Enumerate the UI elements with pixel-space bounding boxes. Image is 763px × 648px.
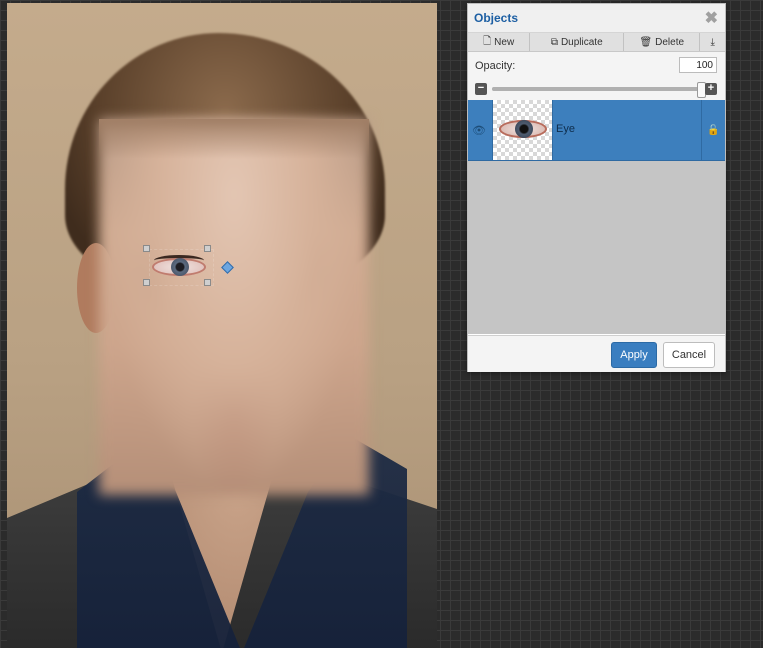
opacity-label: Opacity: [475, 60, 516, 72]
close-icon[interactable]: ✖ [705, 8, 718, 28]
new-button-label: New [494, 36, 515, 48]
eye-object[interactable] [152, 255, 206, 279]
apply-button[interactable]: Apply [611, 342, 657, 368]
layer-list: 👁 Eye 🔓 [468, 100, 725, 334]
minus-icon[interactable]: − [475, 83, 487, 95]
layer-name: Eye [556, 123, 575, 135]
thumbnail-iris [515, 120, 533, 138]
cancel-button[interactable]: Cancel [663, 342, 715, 368]
panel-header: Objects ✖ [468, 4, 725, 33]
resize-handle-bottom-left[interactable] [143, 279, 150, 286]
delete-button-label: Delete [655, 36, 685, 48]
thumbnail-eye-image [499, 120, 547, 138]
resize-handle-bottom-right[interactable] [204, 279, 211, 286]
photo-canvas[interactable] [7, 3, 437, 648]
new-file-icon: 🗋 [483, 35, 492, 47]
panel-toolbar: 🗋 New ⧉ Duplicate 🗑 Delete ⤓ [468, 33, 725, 52]
opacity-slider[interactable] [492, 82, 706, 98]
trash-icon: 🗑 [639, 36, 653, 48]
eye-lash [154, 255, 204, 266]
unlock-icon[interactable]: 🔓 [701, 100, 725, 160]
layer-thumbnail [492, 100, 553, 160]
resize-handle-top-left[interactable] [143, 245, 150, 252]
duplicate-button[interactable]: ⧉ Duplicate [530, 33, 625, 51]
opacity-control: Opacity: − + [468, 52, 725, 105]
duplicate-button-label: Duplicate [560, 36, 603, 48]
duplicate-icon: ⧉ [550, 36, 558, 48]
panel-title: Objects [474, 11, 519, 25]
opacity-slider-fill [492, 87, 701, 91]
download-button[interactable]: ⤓ [700, 33, 725, 51]
layer-row[interactable]: 👁 Eye 🔓 [468, 100, 725, 161]
objects-panel: Objects ✖ 🗋 New ⧉ Duplicate 🗑 Delete ⤓ O… [467, 3, 726, 372]
opacity-input[interactable] [679, 57, 717, 73]
blurred-face-region [99, 119, 369, 495]
plus-icon[interactable]: + [705, 83, 717, 95]
new-button[interactable]: 🗋 New [468, 33, 531, 51]
delete-button[interactable]: 🗑 Delete [624, 33, 701, 51]
download-icon: ⤓ [710, 36, 715, 48]
resize-handle-top-right[interactable] [204, 245, 211, 252]
panel-footer: Apply Cancel [468, 335, 725, 372]
blur-edge [99, 119, 369, 159]
visibility-eye-icon[interactable]: 👁 [472, 124, 486, 137]
